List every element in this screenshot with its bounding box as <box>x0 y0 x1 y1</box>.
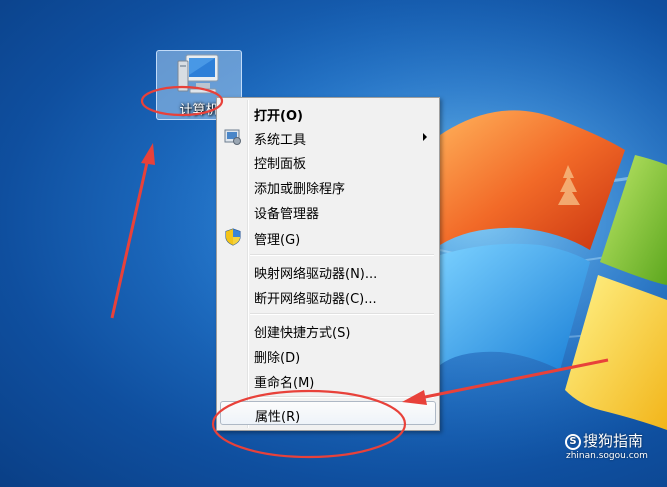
menu-item-label: 映射网络驱动器(N)... <box>254 267 378 282</box>
menu-item-label: 设备管理器 <box>254 207 320 222</box>
menu-item-label: 删除(D) <box>254 351 301 366</box>
menu-item-properties[interactable]: 属性(R) <box>220 401 436 425</box>
desktop: 计算机 打开(O) 系统工具 控制面板 添加或删除程序 设备管理器 管理(G) … <box>0 0 667 487</box>
menu-item-label: 添加或删除程序 <box>254 182 346 197</box>
context-menu: 打开(O) 系统工具 控制面板 添加或删除程序 设备管理器 管理(G) 映射网络… <box>216 97 440 431</box>
system-tools-icon <box>224 129 241 145</box>
menu-item-disconnect-network-drive[interactable]: 断开网络驱动器(C)... <box>220 284 436 308</box>
menu-item-label: 系统工具 <box>254 133 307 148</box>
menu-item-add-remove-programs[interactable]: 添加或删除程序 <box>220 174 436 198</box>
uac-shield-icon <box>225 228 241 246</box>
menu-item-delete[interactable]: 删除(D) <box>220 343 436 367</box>
menu-item-device-manager[interactable]: 设备管理器 <box>220 199 436 223</box>
menu-item-label: 重命名(M) <box>254 376 315 391</box>
menu-item-create-shortcut[interactable]: 创建快捷方式(S) <box>220 318 436 342</box>
menu-item-manage[interactable]: 管理(G) <box>220 225 436 249</box>
submenu-arrow-icon <box>423 133 427 141</box>
menu-item-label: 属性(R) <box>255 410 301 425</box>
menu-item-control-panel[interactable]: 控制面板 <box>220 149 436 173</box>
menu-item-map-network-drive[interactable]: 映射网络驱动器(N)... <box>220 259 436 283</box>
menu-item-label: 断开网络驱动器(C)... <box>254 292 377 307</box>
menu-item-system-tools[interactable]: 系统工具 <box>220 125 436 149</box>
menu-separator <box>250 313 434 315</box>
menu-separator <box>250 254 434 256</box>
watermark-brand: 搜狗指南 <box>583 432 644 450</box>
menu-item-label: 管理(G) <box>254 233 301 248</box>
menu-item-label: 打开(O) <box>254 109 303 124</box>
menu-item-label: 控制面板 <box>254 157 307 172</box>
menu-item-open[interactable]: 打开(O) <box>220 101 436 125</box>
computer-icon <box>177 54 219 94</box>
sogou-watermark: S 搜狗指南 <box>565 430 643 451</box>
menu-item-label: 创建快捷方式(S) <box>254 326 351 341</box>
sogou-logo-icon: S <box>565 433 581 450</box>
menu-separator <box>250 396 434 398</box>
menu-item-rename[interactable]: 重命名(M) <box>220 368 436 392</box>
watermark-url: zhinan.sogou.com <box>566 451 648 461</box>
